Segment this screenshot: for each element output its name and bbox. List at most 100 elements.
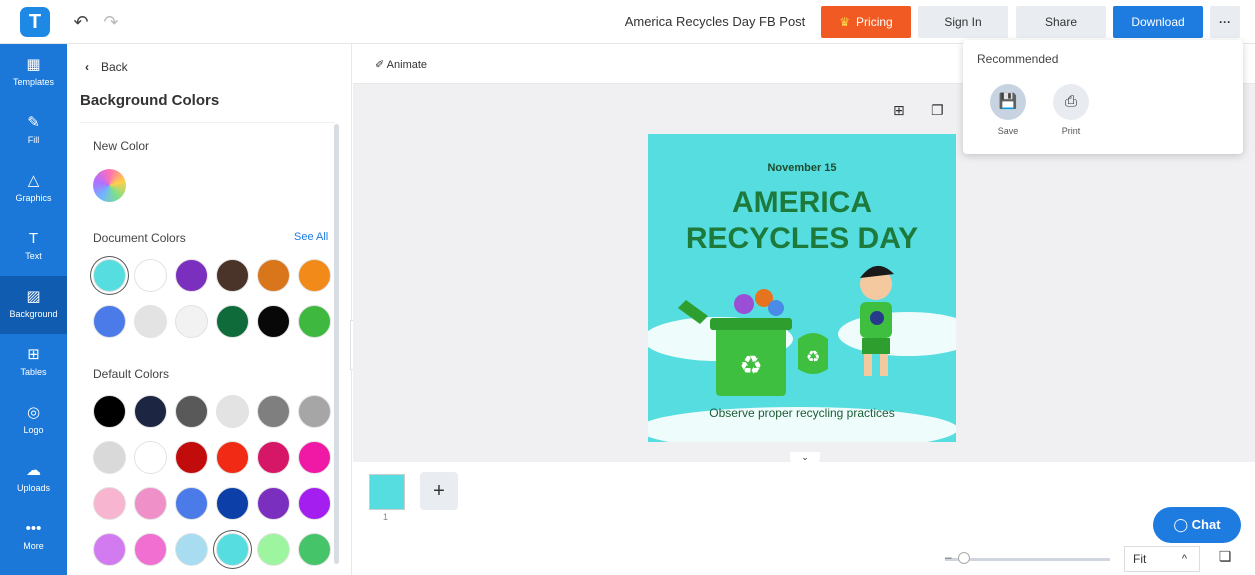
chat-button[interactable]: ◯ Chat <box>1153 507 1241 543</box>
undo-icon[interactable]: ↶ <box>70 11 92 33</box>
duplicate-icon[interactable]: ❐ <box>931 102 944 119</box>
color-swatch[interactable] <box>216 305 249 338</box>
background-colors-panel: ‹ Back Background Colors New Color Docume… <box>67 44 352 575</box>
rail-item-graphics[interactable]: △ Graphics <box>0 160 67 218</box>
dropdown-title: Recommended <box>977 52 1059 66</box>
color-swatch[interactable] <box>134 259 167 292</box>
color-swatch[interactable] <box>175 259 208 292</box>
rail-item-logo[interactable]: ◎ Logo <box>0 392 67 450</box>
color-swatch[interactable] <box>134 487 167 520</box>
document-colors-label: Document Colors <box>93 231 186 245</box>
page-thumbnail[interactable] <box>369 474 405 510</box>
more-options-button[interactable]: ··· <box>1210 6 1240 38</box>
color-swatch[interactable] <box>175 395 208 428</box>
share-button[interactable]: Share <box>1016 6 1106 38</box>
color-swatch[interactable] <box>298 533 331 566</box>
color-swatch[interactable] <box>257 395 290 428</box>
color-swatch[interactable] <box>134 533 167 566</box>
color-swatch[interactable] <box>216 395 249 428</box>
crown-icon: ♛ <box>839 15 851 29</box>
rail-item-text[interactable]: T Text <box>0 218 67 276</box>
zoom-select[interactable]: Fit ^ <box>1124 546 1200 572</box>
rail-label: Logo <box>23 425 44 435</box>
rail-item-more[interactable]: ••• More <box>0 508 67 566</box>
color-swatch[interactable] <box>257 487 290 520</box>
color-swatch[interactable] <box>134 395 167 428</box>
chevron-left-icon: ‹ <box>85 60 89 74</box>
graphics-icon: △ <box>27 172 40 189</box>
rail-item-background[interactable]: ▨ Background <box>0 276 67 334</box>
color-swatch[interactable] <box>216 441 249 474</box>
color-swatch[interactable] <box>298 487 331 520</box>
design-date: November 15 <box>767 162 837 174</box>
rail-item-tables[interactable]: ⊞ Tables <box>0 334 67 392</box>
design-canvas[interactable]: November 15 AMERICA RECYCLES DAY ♻ ♻ Obs… <box>648 134 956 442</box>
rail-label: Templates <box>12 77 55 87</box>
fill-icon: ✎ <box>27 114 40 131</box>
pages-icon[interactable]: ❏ <box>1214 548 1236 570</box>
more-icon: ••• <box>25 520 42 537</box>
rail-item-uploads[interactable]: ☁ Uploads <box>0 450 67 508</box>
color-swatch[interactable] <box>93 533 126 566</box>
chat-label: Chat <box>1191 517 1221 532</box>
color-swatch[interactable] <box>175 441 208 474</box>
color-swatch[interactable] <box>175 533 208 566</box>
default-colors-label: Default Colors <box>93 367 170 381</box>
color-swatch[interactable] <box>298 305 331 338</box>
color-swatch[interactable] <box>175 305 208 338</box>
rail-item-templates[interactable]: ▦ Templates <box>0 44 67 102</box>
color-swatch[interactable] <box>216 259 249 292</box>
chevron-down-icon[interactable]: ⌄ <box>790 452 820 464</box>
design-subtitle: Observe proper recycling practices <box>709 406 895 420</box>
color-swatch[interactable] <box>134 305 167 338</box>
design-title-line1: AMERICA <box>732 186 872 219</box>
back-label: Back <box>101 60 128 74</box>
redo-icon[interactable]: ↷ <box>100 11 122 33</box>
tables-icon: ⊞ <box>27 346 40 363</box>
download-button[interactable]: Download <box>1113 6 1203 38</box>
print-icon: ⎙ <box>1053 84 1089 120</box>
sign-in-button[interactable]: Sign In <box>918 6 1008 38</box>
print-option[interactable]: ⎙ Print <box>1049 84 1093 136</box>
color-swatch[interactable] <box>93 305 126 338</box>
upload-cloud-icon: ☁ <box>26 462 41 479</box>
color-swatch[interactable] <box>298 259 331 292</box>
color-swatch[interactable] <box>257 305 290 338</box>
color-swatch[interactable] <box>257 533 290 566</box>
color-swatch[interactable] <box>93 441 126 474</box>
save-option[interactable]: 💾 Save <box>986 84 1030 136</box>
rail-item-fill[interactable]: ✎ Fill <box>0 102 67 160</box>
color-swatch[interactable] <box>298 441 331 474</box>
color-swatch[interactable] <box>257 259 290 292</box>
back-button[interactable]: ‹ Back <box>85 60 128 74</box>
zoom-slider-handle[interactable] <box>958 552 970 564</box>
color-swatch[interactable] <box>93 259 126 292</box>
add-element-icon[interactable]: ⊞ <box>893 102 905 119</box>
new-color-picker[interactable] <box>93 169 126 202</box>
see-all-link[interactable]: See All <box>294 231 328 243</box>
print-label: Print <box>1061 126 1081 136</box>
rail-label: Background <box>9 309 58 319</box>
zoom-value: Fit <box>1133 552 1147 566</box>
pricing-button[interactable]: ♛ Pricing <box>821 6 911 38</box>
design-title-line2: RECYCLES DAY <box>685 222 919 255</box>
color-swatch[interactable] <box>175 487 208 520</box>
color-swatch[interactable] <box>93 487 126 520</box>
rail-label: More <box>23 541 44 551</box>
color-swatch[interactable] <box>216 533 249 566</box>
color-swatch[interactable] <box>134 441 167 474</box>
color-swatch[interactable] <box>298 395 331 428</box>
logo-icon: ◎ <box>26 404 41 421</box>
panel-scrollbar[interactable] <box>334 124 339 564</box>
animate-button[interactable]: ✐ Animate <box>375 58 427 71</box>
colors-section: New Color Document Colors See All Defaul… <box>80 122 335 572</box>
color-swatch[interactable] <box>216 487 249 520</box>
rail-label: Fill <box>27 135 40 145</box>
color-swatch[interactable] <box>257 441 290 474</box>
add-page-button[interactable]: + <box>420 472 458 510</box>
app-logo[interactable]: T <box>20 7 50 37</box>
pricing-label: Pricing <box>856 15 893 29</box>
zoom-out-icon[interactable]: – <box>945 550 952 564</box>
document-title[interactable]: America Recycles Day FB Post <box>620 14 810 29</box>
color-swatch[interactable] <box>93 395 126 428</box>
